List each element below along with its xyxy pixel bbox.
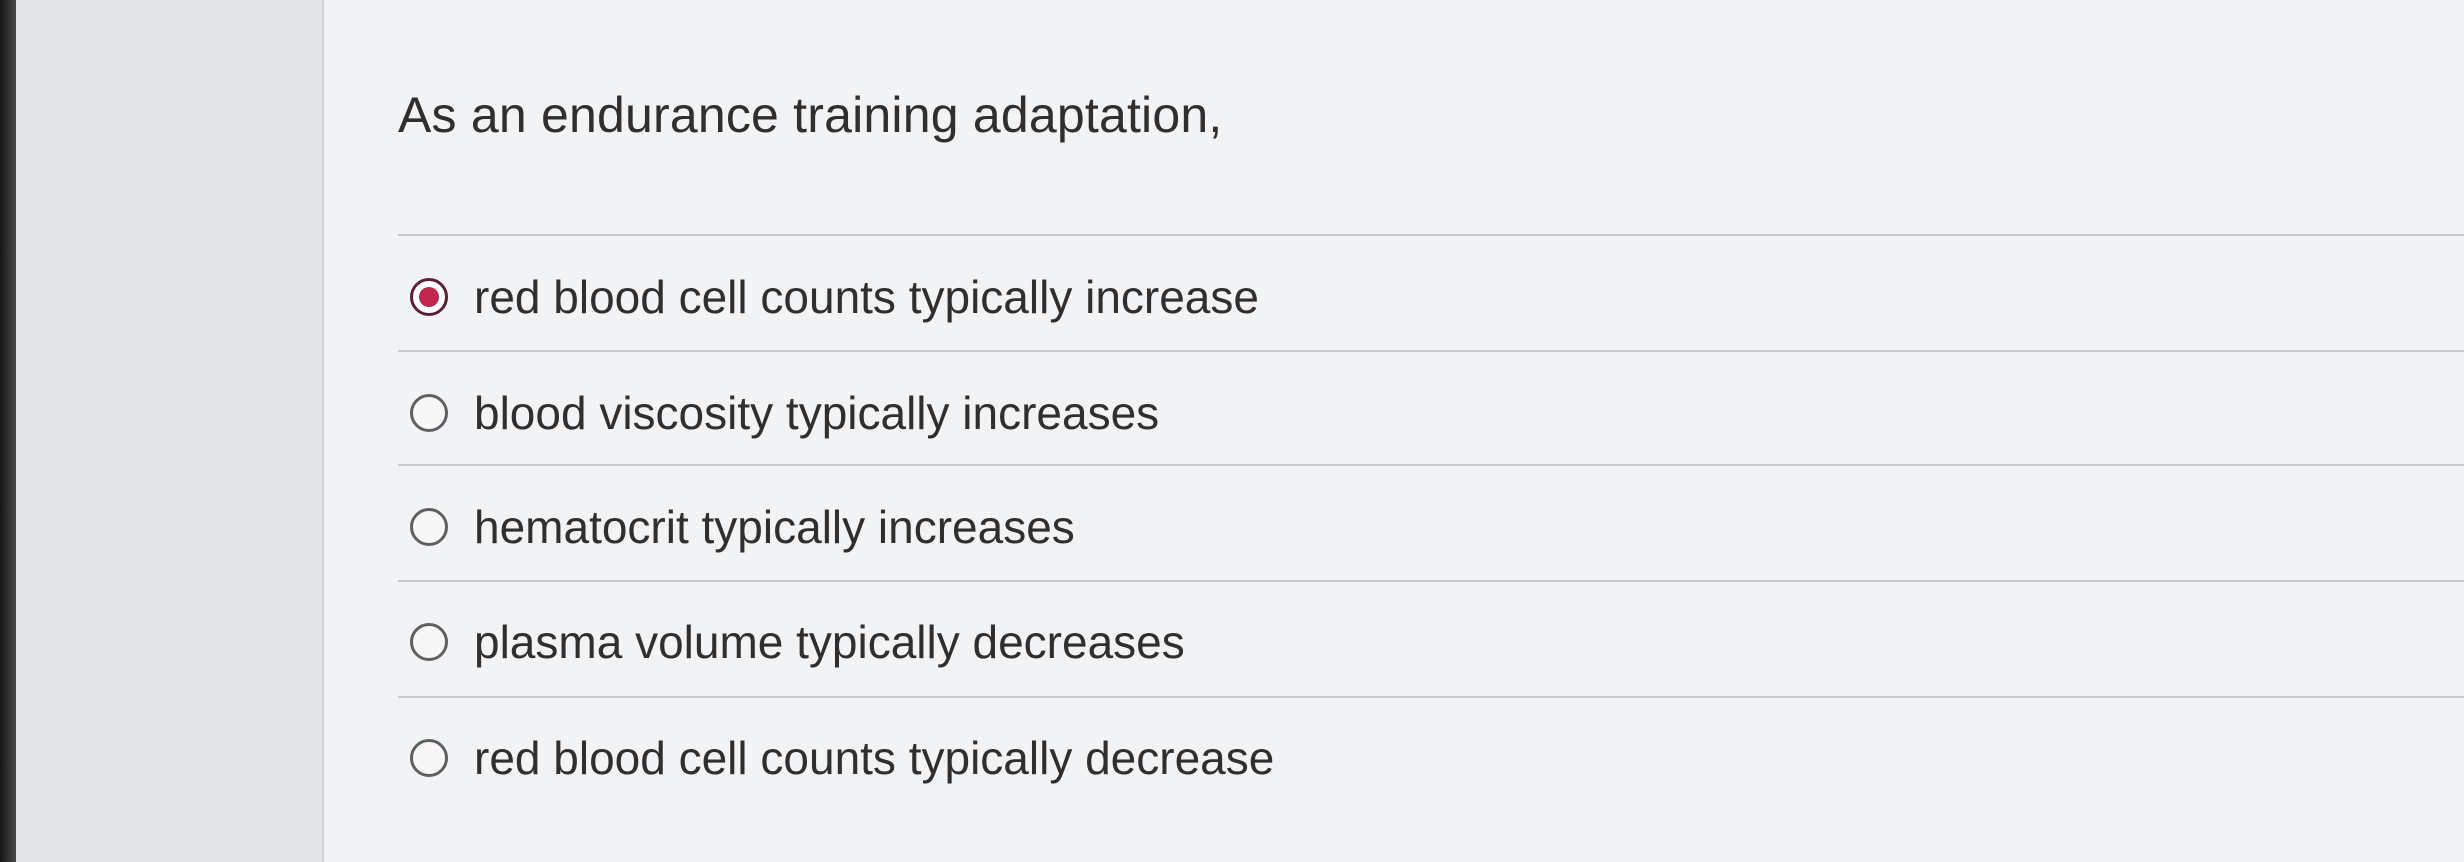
radio-icon[interactable] [410, 739, 448, 777]
radio-selected-icon[interactable] [410, 278, 448, 316]
answer-option-2[interactable]: blood viscosity typically increases [410, 378, 1159, 448]
divider [398, 464, 2464, 466]
answer-option-label: plasma volume typically decreases [474, 616, 1185, 668]
divider [398, 350, 2464, 352]
answer-option-4[interactable]: plasma volume typically decreases [410, 607, 1185, 677]
divider [398, 234, 2464, 236]
answer-option-3[interactable]: hematocrit typically increases [410, 492, 1075, 562]
answer-option-label: red blood cell counts typically increase [474, 271, 1259, 323]
divider [398, 580, 2464, 582]
answer-option-label: red blood cell counts typically decrease [474, 732, 1275, 784]
page-margin [16, 0, 322, 862]
question-text: As an endurance training adaptation, [398, 87, 1223, 143]
window-left-edge [0, 0, 16, 862]
divider [398, 696, 2464, 698]
radio-icon[interactable] [410, 623, 448, 661]
answer-option-5[interactable]: red blood cell counts typically decrease [410, 723, 1274, 793]
radio-icon[interactable] [410, 394, 448, 432]
answer-option-label: blood viscosity typically increases [474, 387, 1160, 439]
radio-icon[interactable] [410, 508, 448, 546]
answer-option-label: hematocrit typically increases [474, 501, 1075, 553]
answer-option-1[interactable]: red blood cell counts typically increase [410, 262, 1259, 332]
